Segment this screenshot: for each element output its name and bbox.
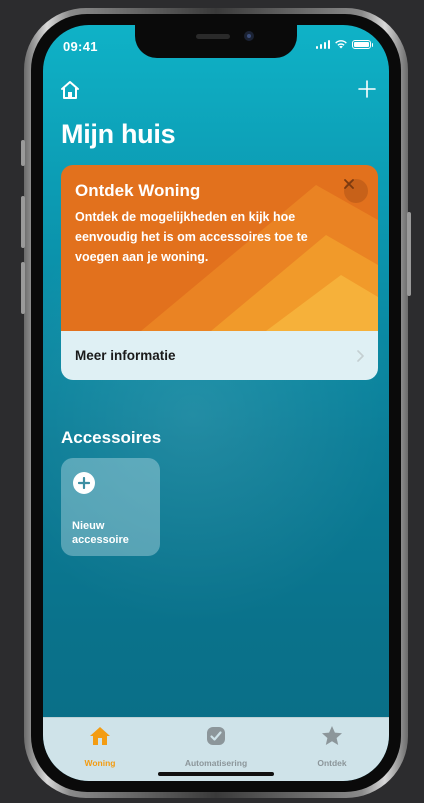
discover-card-text: Ontdek de mogelijkheden en kijk hoe eenv…: [75, 210, 308, 264]
tab-label: Ontdek: [317, 758, 347, 768]
more-info-link[interactable]: Meer informatie: [61, 331, 378, 380]
close-icon: [344, 179, 354, 189]
star-icon: [322, 726, 342, 745]
clock-check-icon: [207, 727, 225, 745]
discover-card-title: Ontdek Woning: [75, 181, 201, 200]
discover-card[interactable]: Ontdek Woning Ontdek de mogelijkheden en…: [61, 165, 378, 380]
close-button[interactable]: [344, 179, 368, 203]
plus-icon[interactable]: [357, 79, 377, 99]
discover-card-banner: Ontdek Woning Ontdek de mogelijkheden en…: [61, 165, 378, 331]
power-button: [407, 212, 411, 296]
chevron-right-icon: [357, 349, 364, 362]
add-accessory-tile[interactable]: Nieuw accessoire: [61, 458, 160, 556]
tab-label: Automatisering: [184, 758, 248, 768]
add-accessory-label: Nieuw accessoire: [72, 520, 129, 546]
page-title: Mijn huis: [61, 119, 176, 149]
notch: [135, 25, 297, 58]
more-info-label: Meer informatie: [75, 348, 176, 363]
volume-up-button: [21, 196, 25, 248]
tab-woning[interactable]: Woning: [50, 724, 150, 768]
house-icon: [90, 727, 110, 745]
status-icons: [315, 39, 373, 49]
silent-switch: [21, 140, 25, 166]
plus-circle-icon: [73, 472, 95, 494]
screen: 09:41 Mijn huis Ontdek Woning Ontdek de …: [43, 25, 389, 781]
front-camera: [244, 31, 254, 41]
cellular-signal-icon: [315, 39, 330, 49]
status-time: 09:41: [63, 39, 98, 54]
tab-label: Woning: [84, 758, 116, 768]
accessories-section-title: Accessoires: [61, 428, 162, 447]
house-icon[interactable]: [59, 79, 81, 101]
tab-automatisering[interactable]: Automatisering: [166, 724, 266, 768]
wifi-icon: [335, 40, 347, 49]
battery-icon: [352, 39, 373, 49]
tab-ontdek[interactable]: Ontdek: [282, 724, 382, 768]
volume-down-button: [21, 262, 25, 314]
home-indicator[interactable]: [158, 772, 274, 776]
speaker-grille: [196, 34, 230, 39]
